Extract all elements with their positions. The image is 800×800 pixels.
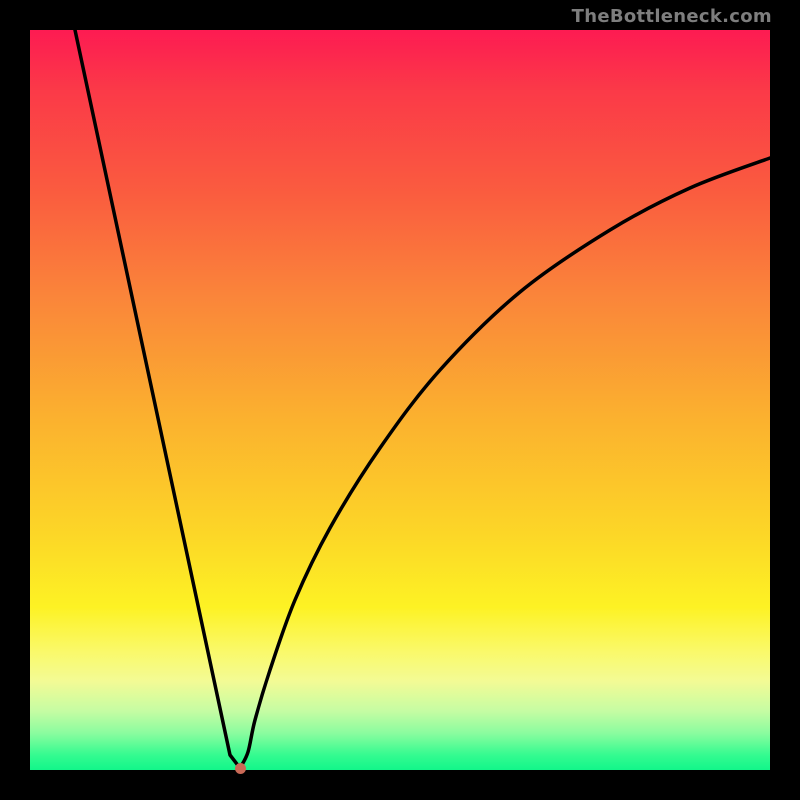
- curve-svg: [30, 30, 770, 770]
- source-watermark: TheBottleneck.com: [572, 6, 772, 27]
- plot-area: [30, 30, 770, 770]
- chart-frame: TheBottleneck.com: [0, 0, 800, 800]
- curve-vertex-dot: [235, 763, 246, 774]
- bottleneck-curve: [75, 30, 770, 768]
